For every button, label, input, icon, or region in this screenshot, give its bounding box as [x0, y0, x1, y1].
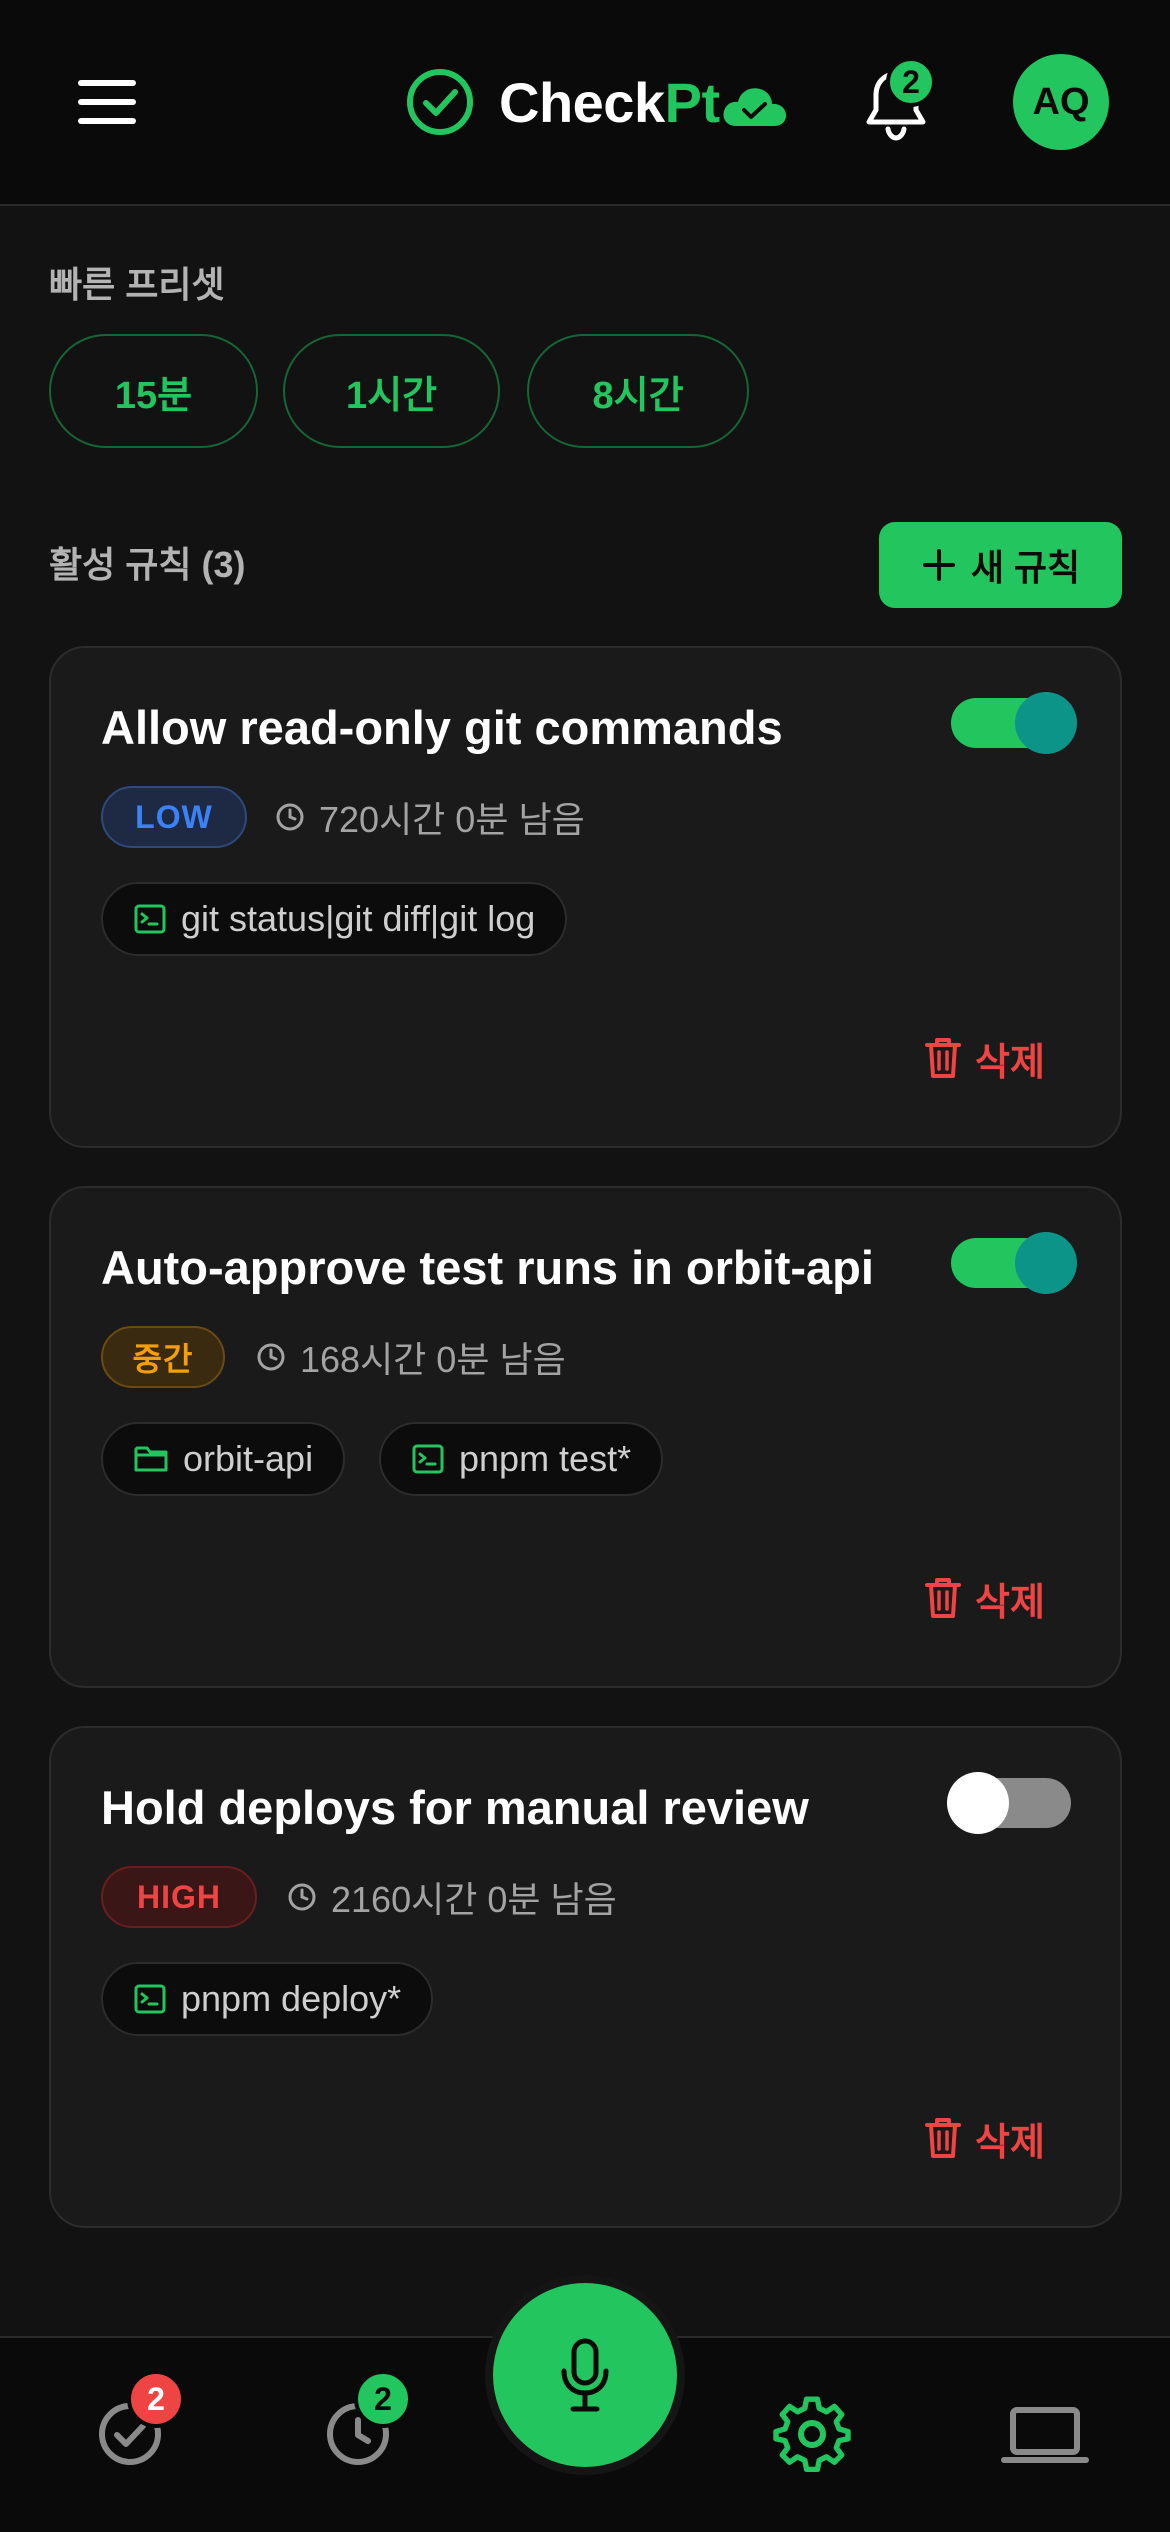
microphone-icon: [561, 2338, 609, 2412]
new-rule-button[interactable]: 새 규칙: [879, 522, 1122, 608]
preset-15min-button[interactable]: 15분: [49, 334, 258, 448]
project-chip: orbit-api: [101, 1422, 346, 1496]
notification-badge: 2: [886, 57, 936, 107]
clock-icon: [276, 803, 304, 831]
delete-label: 삭제: [975, 1581, 1045, 1624]
rule-toggle[interactable]: [947, 1772, 1071, 1834]
rule-toggle[interactable]: [951, 1232, 1077, 1294]
plus-icon: [922, 549, 955, 581]
risk-badge-high: HIGH: [101, 1866, 257, 1928]
chip-text: orbit-api: [183, 1438, 314, 1479]
time-remaining-text: 168시간 0분 남음: [300, 1339, 566, 1380]
time-remaining: 720시간 0분 남음: [275, 786, 585, 848]
rule-card: Auto-approve test runs in orbit-api 중간 1…: [49, 1186, 1122, 1688]
chip-text: pnpm deploy*: [181, 1978, 402, 2019]
cloud-check-icon: [723, 88, 786, 126]
folder-icon: [134, 1446, 168, 1472]
command-chip: git status|git diff|git log: [101, 882, 568, 956]
toggle-knob: [947, 1772, 1009, 1834]
rule-card: Allow read-only git commands LOW 720시간 0…: [49, 646, 1122, 1148]
chip-text: git status|git diff|git log: [181, 898, 536, 939]
trash-icon: [925, 2118, 961, 2158]
toggle-knob: [1015, 692, 1077, 754]
time-remaining-text: 2160시간 0분 남음: [331, 1879, 617, 1920]
preset-1hour-button[interactable]: 1시간: [283, 334, 500, 448]
avatar[interactable]: AQ: [1013, 54, 1109, 150]
menu-icon[interactable]: [78, 80, 136, 124]
command-chip: pnpm deploy*: [101, 1962, 434, 2036]
nav-settings-icon[interactable]: [772, 2392, 852, 2472]
delete-label: 삭제: [975, 2121, 1045, 2164]
terminal-icon: [134, 1984, 166, 2014]
history-badge: 2: [354, 2370, 412, 2428]
new-rule-label: 새 규칙: [970, 547, 1081, 588]
time-remaining: 2160시간 0분 남음: [287, 1866, 617, 1928]
terminal-icon: [412, 1444, 444, 1474]
voice-input-button[interactable]: [485, 2275, 685, 2475]
rule-card: Hold deploys for manual review HIGH 2160…: [49, 1726, 1122, 2228]
app-logo: CheckPt: [405, 66, 790, 138]
rule-title: Hold deploys for manual review: [101, 1781, 809, 1834]
time-remaining-text: 720시간 0분 남음: [319, 799, 585, 840]
command-chip: pnpm test*: [379, 1422, 664, 1496]
clock-icon: [257, 1343, 285, 1371]
chip-text: pnpm test*: [459, 1438, 632, 1479]
delete-label: 삭제: [975, 1041, 1045, 1084]
risk-badge-low: LOW: [101, 786, 247, 848]
terminal-icon: [134, 904, 166, 934]
trash-icon: [925, 1578, 961, 1618]
delete-button[interactable]: 삭제: [923, 1570, 1045, 1626]
time-remaining: 168시간 0분 남음: [256, 1326, 566, 1388]
check-circle-icon: [407, 69, 473, 135]
delete-button[interactable]: 삭제: [923, 2110, 1045, 2166]
brand-name: CheckPt: [499, 70, 720, 134]
app-header: CheckPt 2 AQ: [0, 0, 1170, 206]
rule-title: Auto-approve test runs in orbit-api: [101, 1241, 874, 1294]
toggle-knob: [1015, 1232, 1077, 1294]
presets-label: 빠른 프리셋: [49, 264, 225, 305]
rule-title: Allow read-only git commands: [101, 701, 783, 754]
risk-badge-medium: 중간: [101, 1326, 225, 1388]
approvals-badge: 2: [127, 2370, 185, 2428]
rule-toggle[interactable]: [951, 692, 1077, 754]
delete-button[interactable]: 삭제: [923, 1030, 1045, 1086]
trash-icon: [925, 1038, 961, 1078]
active-rules-label: 활성 규칙 (3): [49, 544, 246, 585]
clock-icon: [288, 1883, 316, 1911]
nav-devices-icon[interactable]: [1000, 2392, 1090, 2472]
preset-8hours-button[interactable]: 8시간: [527, 334, 749, 448]
